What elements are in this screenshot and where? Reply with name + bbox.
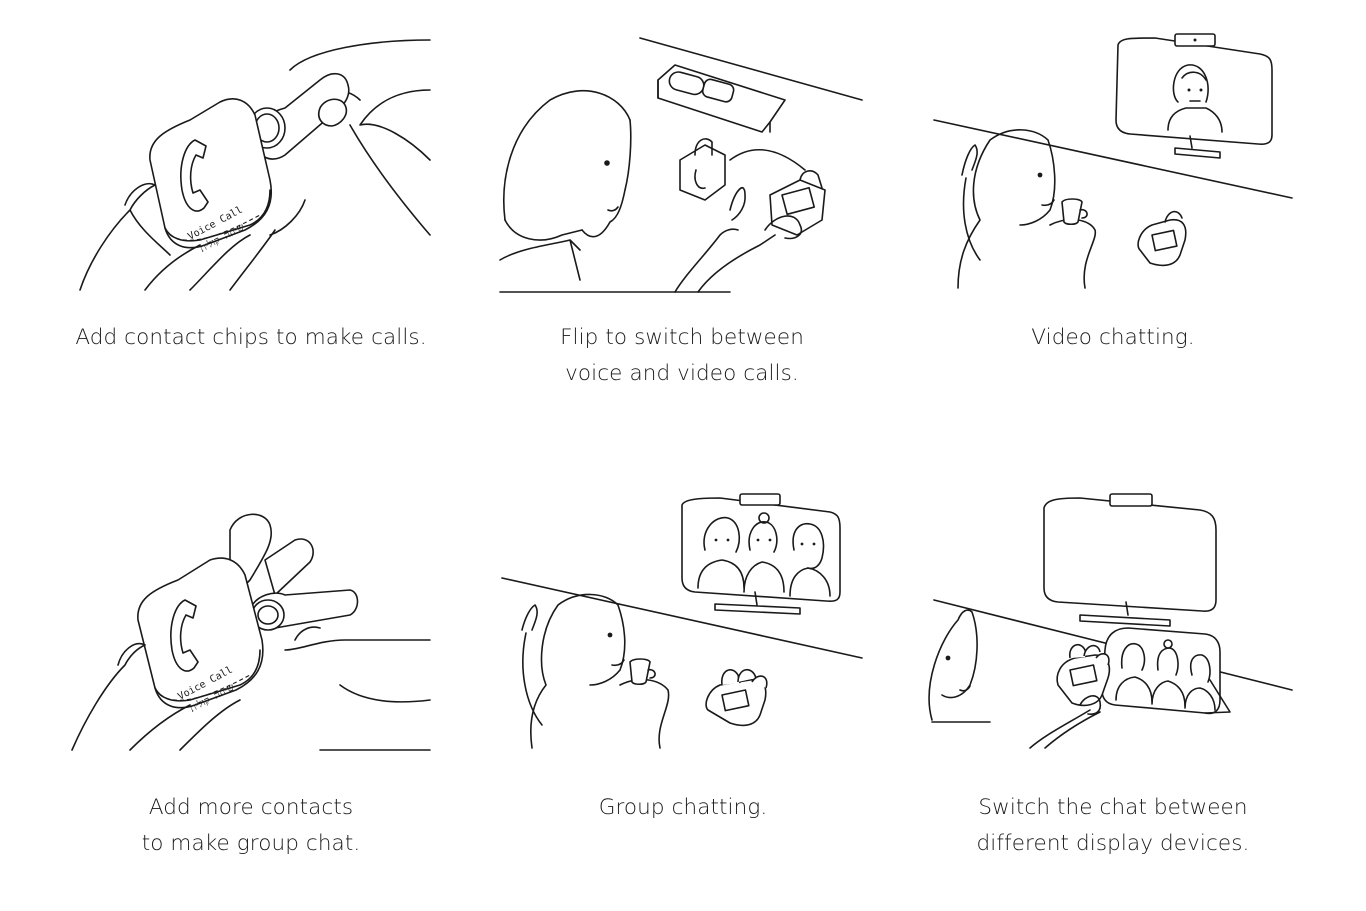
illustration-hands-multiple-chips: Voice Call שיחה קולית [70,500,440,770]
caption-line: voice and video calls. [565,361,799,386]
caption-line: Video chatting. [1031,325,1195,350]
caption-line: Add more contacts [148,795,354,820]
caption-add-more-contacts: Add more contacts to make group chat. [70,790,432,862]
panel-flip-switch-calls: Flip to switch between voice and video c… [500,30,870,386]
panel-add-contact-chips: Voice Call שיחה קולית Add contact chips … [70,30,440,350]
panel-add-more-contacts: Voice Call שיחה קולית Add more contacts … [70,500,440,856]
caption-line: Group chatting. [598,795,768,820]
panel-group-chatting: Group chatting. [500,500,870,820]
caption-line: different display devices. [976,831,1250,856]
caption-line: to make group chat. [141,831,361,856]
caption-add-contact-chips: Add contact chips to make calls. [70,320,432,356]
panel-video-chatting: Video chatting. [930,30,1300,350]
illustration-video-chat [930,30,1300,300]
caption-switch-display-devices: Switch the chat between different displa… [930,790,1296,862]
caption-line: Flip to switch between [560,325,804,350]
illustration-group-chat [500,500,870,770]
illustration-switch-display-devices [930,500,1300,770]
illustration-person-flip-device [500,30,870,300]
caption-video-chatting: Video chatting. [930,320,1296,356]
caption-flip-switch-calls: Flip to switch between voice and video c… [500,320,864,392]
panel-switch-display-devices: Switch the chat between different displa… [930,500,1300,856]
caption-group-chatting: Group chatting. [500,790,866,826]
caption-line: Add contact chips to make calls. [75,325,427,350]
caption-line: Switch the chat between [978,795,1248,820]
illustration-hands-device-chip: Voice Call שיחה קולית [70,30,440,300]
